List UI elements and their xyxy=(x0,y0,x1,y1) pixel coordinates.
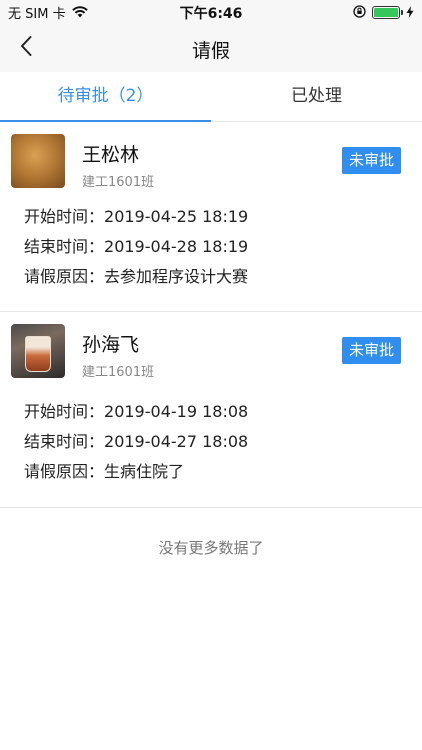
leave-request-card[interactable]: 王松林 建工1601班 未审批 开始时间：2019-04-25 18:19 结束… xyxy=(0,122,422,312)
end-time-value: 2019-04-28 18:19 xyxy=(104,237,249,256)
status-badge[interactable]: 未审批 xyxy=(342,337,401,364)
avatar xyxy=(11,134,65,188)
student-name: 王松林 xyxy=(82,144,140,166)
reason-row: 请假原因：生病住院了 xyxy=(24,458,184,482)
end-time-value: 2019-04-27 18:08 xyxy=(104,432,249,451)
battery-icon xyxy=(372,5,403,19)
status-bar: 无 SIM 卡 下午6:46 xyxy=(0,0,422,24)
page-title: 请假 xyxy=(191,40,230,62)
avatar xyxy=(11,324,65,378)
nav-bar: 请假 xyxy=(0,24,422,72)
reason-value: 生病住院了 xyxy=(104,462,185,481)
student-name: 孙海飞 xyxy=(82,334,140,356)
start-time-label: 开始时间： xyxy=(24,207,105,226)
reason-label: 请假原因： xyxy=(24,462,105,481)
start-time-row: 开始时间：2019-04-19 18:08 xyxy=(24,398,248,422)
status-right xyxy=(353,4,414,20)
orientation-lock-icon xyxy=(353,3,366,22)
start-time-value: 2019-04-19 18:08 xyxy=(104,402,249,421)
battery-fill xyxy=(374,7,398,17)
avatar-drink-shape xyxy=(25,336,51,372)
student-class: 建工1601班 xyxy=(82,365,155,380)
leave-request-card[interactable]: 孙海飞 建工1601班 未审批 开始时间：2019-04-19 18:08 结束… xyxy=(0,312,422,508)
start-time-value: 2019-04-25 18:19 xyxy=(104,207,249,226)
tab-processed[interactable]: 已处理 xyxy=(211,72,422,121)
reason-row: 请假原因：去参加程序设计大赛 xyxy=(24,263,248,287)
start-time-label: 开始时间： xyxy=(24,402,105,421)
leave-request-list: 王松林 建工1601班 未审批 开始时间：2019-04-25 18:19 结束… xyxy=(0,122,422,508)
status-badge[interactable]: 未审批 xyxy=(342,147,401,174)
charging-icon xyxy=(406,3,414,22)
reason-value: 去参加程序设计大赛 xyxy=(104,267,249,286)
end-time-row: 结束时间：2019-04-28 18:19 xyxy=(24,233,248,257)
start-time-row: 开始时间：2019-04-25 18:19 xyxy=(24,203,248,227)
tab-bar: 待审批（2） 已处理 xyxy=(0,72,422,122)
student-class: 建工1601班 xyxy=(82,175,155,190)
end-time-label: 结束时间： xyxy=(24,432,105,451)
end-time-row: 结束时间：2019-04-27 18:08 xyxy=(24,428,248,452)
reason-label: 请假原因： xyxy=(24,267,105,286)
tab-pending[interactable]: 待审批（2） xyxy=(0,72,211,122)
no-more-data-text: 没有更多数据了 xyxy=(158,539,264,557)
end-time-label: 结束时间： xyxy=(24,237,105,256)
